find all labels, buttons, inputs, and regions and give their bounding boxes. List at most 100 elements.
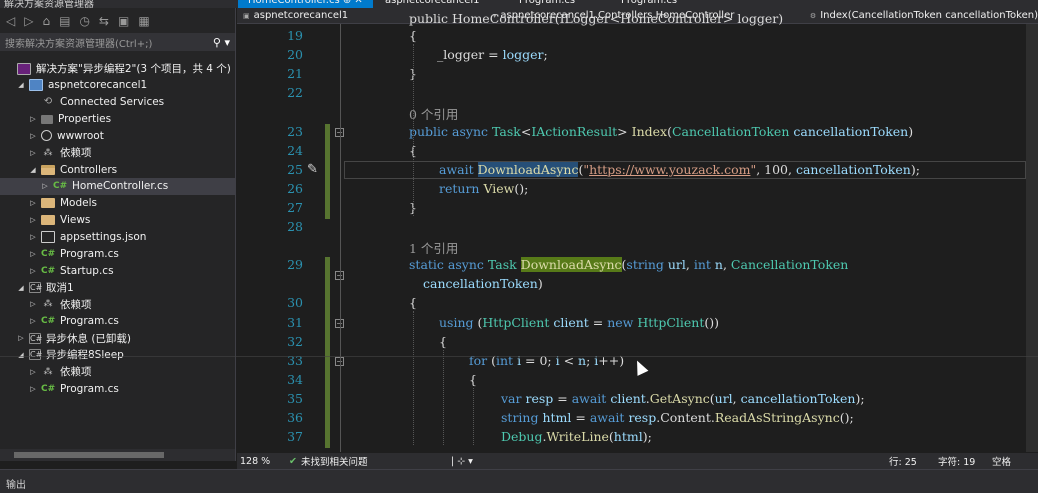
codelens-references[interactable]: 0 个引用 — [409, 104, 458, 122]
tree-item[interactable]: ▷ Views — [0, 212, 235, 229]
code-line[interactable]: string html = await resp.Content.ReadAsS… — [501, 410, 854, 428]
scrollbar-thumb[interactable] — [14, 452, 164, 458]
tree-item[interactable]: ▷ C# Program.cs — [0, 380, 235, 397]
properties-icon — [41, 114, 53, 124]
tab-program-2[interactable]: Program.cs — [611, 0, 687, 8]
code-line[interactable]: static async Task DownloadAsync(string u… — [409, 257, 848, 275]
solution-explorer-search[interactable]: 搜索解决方案资源管理器(Ctrl+;) ⚲ ▾ — [0, 33, 235, 51]
tab-aspnetcorecancel1[interactable]: aspnetcorecancel1 — [375, 0, 490, 8]
code-line[interactable]: cancellationToken) — [423, 276, 543, 294]
issues-status[interactable]: 未找到相关问题 — [301, 454, 451, 468]
collapsed-arrow-icon[interactable]: ▷ — [28, 300, 38, 308]
expanded-arrow-icon[interactable]: ◢ — [16, 81, 26, 89]
collapsed-arrow-icon[interactable]: ▷ — [28, 115, 38, 123]
collapsed-arrow-icon[interactable]: ▷ — [28, 199, 38, 207]
tree-item[interactable]: ▷ Properties — [0, 111, 235, 128]
show-all-files-icon[interactable]: ▣ — [118, 14, 129, 28]
tree-item[interactable]: ▷ ⁂ 依赖项 — [0, 296, 235, 313]
zoom-level[interactable]: 128 % — [237, 456, 289, 467]
tree-item[interactable]: ◢ Controllers — [0, 161, 235, 178]
screen-artifact-line — [0, 356, 1038, 357]
tree-item-label: Program.cs — [60, 382, 119, 395]
collapsed-arrow-icon[interactable]: ▷ — [28, 132, 38, 140]
line-number: 22 — [287, 85, 303, 101]
change-indicator — [325, 123, 330, 219]
horizontal-scrollbar[interactable] — [0, 449, 235, 461]
code-line[interactable]: public async Task<IActionResult> Index(C… — [409, 124, 913, 142]
collapsed-arrow-icon[interactable]: ▷ — [28, 317, 38, 325]
tree-item[interactable]: ▷ ⁂ 依赖项 — [0, 144, 235, 161]
tree-item-label: Startup.cs — [60, 264, 114, 277]
forward-icon[interactable]: ▷ — [24, 14, 33, 28]
tree-item-label: 依赖项 — [60, 298, 92, 311]
collapsed-arrow-icon[interactable]: ▷ — [28, 149, 38, 157]
code-area[interactable]: public HomeController(ILogger<HomeContro… — [237, 11, 1038, 452]
tab-program-1[interactable]: Program.cs — [509, 0, 585, 8]
line-number: 37 — [287, 429, 303, 445]
history-icon[interactable]: ◷ — [79, 14, 89, 28]
dependencies-icon: ⁂ — [43, 147, 53, 158]
tree-item[interactable]: ▷ Models — [0, 195, 235, 212]
collapsed-arrow-icon[interactable]: ▷ — [28, 233, 38, 241]
whitespace-mode[interactable]: 空格 — [992, 454, 1011, 468]
collapsed-arrow-icon[interactable]: ▷ — [28, 385, 38, 393]
code-line[interactable]: return View(); — [439, 181, 528, 199]
line-number: 28 — [287, 219, 303, 234]
solution-explorer-toolbar: ◁ ▷ ⌂ ▤ ◷ ⇆ ▣ ▦ — [0, 8, 235, 33]
quick-actions-icon[interactable]: ✎ — [307, 162, 318, 177]
line-number: 36 — [287, 410, 303, 425]
code-line[interactable]: public HomeController(ILogger<HomeContro… — [409, 11, 783, 29]
globe-icon — [41, 130, 52, 142]
properties-icon[interactable]: ▦ — [138, 14, 149, 28]
expanded-arrow-icon[interactable]: ◢ — [16, 284, 26, 292]
sync-icon[interactable]: ⇆ — [99, 14, 109, 28]
expanded-arrow-icon[interactable]: ◢ — [28, 166, 38, 174]
home-icon[interactable]: ⌂ — [42, 14, 50, 28]
tree-item[interactable]: ⟲ Connected Services — [0, 94, 235, 111]
switch-views-icon[interactable]: ▤ — [59, 14, 70, 28]
document-tab-strip: 解决方案资源管理器 HomeController.cs ⊕ ✕ aspnetco… — [0, 0, 1038, 8]
tree-item[interactable]: ▷ wwwroot — [0, 127, 235, 144]
code-line[interactable]: _logger = logger; — [437, 47, 548, 65]
tab-homecontroller[interactable]: HomeController.cs ⊕ ✕ — [238, 0, 373, 8]
tree-item[interactable]: ▷ C# Program.cs — [0, 245, 235, 262]
search-icon[interactable]: ⚲ ▾ — [213, 36, 230, 49]
code-line[interactable]: var resp = await client.GetAsync(url, ca… — [501, 391, 865, 409]
tree-item-label: Models — [60, 197, 97, 210]
code-line[interactable]: using (HttpClient client = new HttpClien… — [439, 315, 719, 333]
filter-icon[interactable]: | ⊹ ▾ — [451, 456, 473, 467]
collapsed-arrow-icon[interactable]: ▷ — [28, 368, 38, 376]
code-line[interactable]: Debug.WriteLine(html); — [501, 429, 652, 447]
collapsed-arrow-icon[interactable]: ▷ — [40, 182, 50, 190]
collapsed-arrow-icon[interactable]: ▷ — [28, 250, 38, 258]
csharp-file-icon: C# — [41, 383, 56, 394]
collapsed-arrow-icon[interactable]: ▷ — [16, 334, 26, 342]
connected-services-icon: ⟲ — [43, 96, 53, 108]
tree-item-label: 异步编程8Sleep — [46, 347, 124, 362]
tree-item[interactable]: ▷ appsettings.json — [0, 229, 235, 246]
csharp-file-icon: C# — [41, 316, 56, 327]
tree-item[interactable]: ◢C#异步编程8Sleep — [0, 346, 235, 363]
tree-item[interactable]: ▷ C# HomeController.cs — [0, 177, 235, 195]
tree-item[interactable]: ▷ ⁂ 依赖项 — [0, 363, 235, 380]
visual-studio-window: 解决方案资源管理器 HomeController.cs ⊕ ✕ aspnetco… — [0, 0, 1038, 493]
tree-item[interactable]: ▷ C# Startup.cs — [0, 262, 235, 279]
indent-guide — [473, 387, 474, 446]
collapsed-arrow-icon[interactable]: ▷ — [28, 216, 38, 224]
csharp-file-icon: C# — [53, 181, 68, 192]
code-editor[interactable]: ▣ aspnetcorecancel1 ▾ aspnetcorecancel1.Co… — [237, 8, 1038, 461]
dependencies-icon: ⁂ — [43, 299, 53, 310]
search-input[interactable]: 搜索解决方案资源管理器(Ctrl+;) — [5, 35, 152, 50]
collapsed-arrow-icon[interactable]: ▷ — [28, 267, 38, 275]
tree-item[interactable]: 解决方案"异步编程2"(3 个项目，共 4 个) — [0, 60, 235, 77]
folder-icon — [41, 198, 55, 209]
codelens-references[interactable]: 1 个引用 — [409, 238, 458, 256]
tree-item[interactable]: ◢ C# 取消1 — [0, 279, 235, 296]
tree-item[interactable]: ▷ C# Program.cs — [0, 313, 235, 330]
tree-item[interactable]: ◢ aspnetcorecancel1 — [0, 77, 235, 94]
back-icon[interactable]: ◁ — [6, 14, 15, 28]
expanded-arrow-icon[interactable]: ◢ — [16, 351, 26, 359]
member-dropdown[interactable]: ⚙ Index(CancellationToken cancellationTok… — [804, 10, 1038, 21]
vertical-scrollbar[interactable] — [1026, 24, 1038, 452]
tree-item[interactable]: ▷ C# 异步休息 (已卸载) — [0, 330, 235, 347]
